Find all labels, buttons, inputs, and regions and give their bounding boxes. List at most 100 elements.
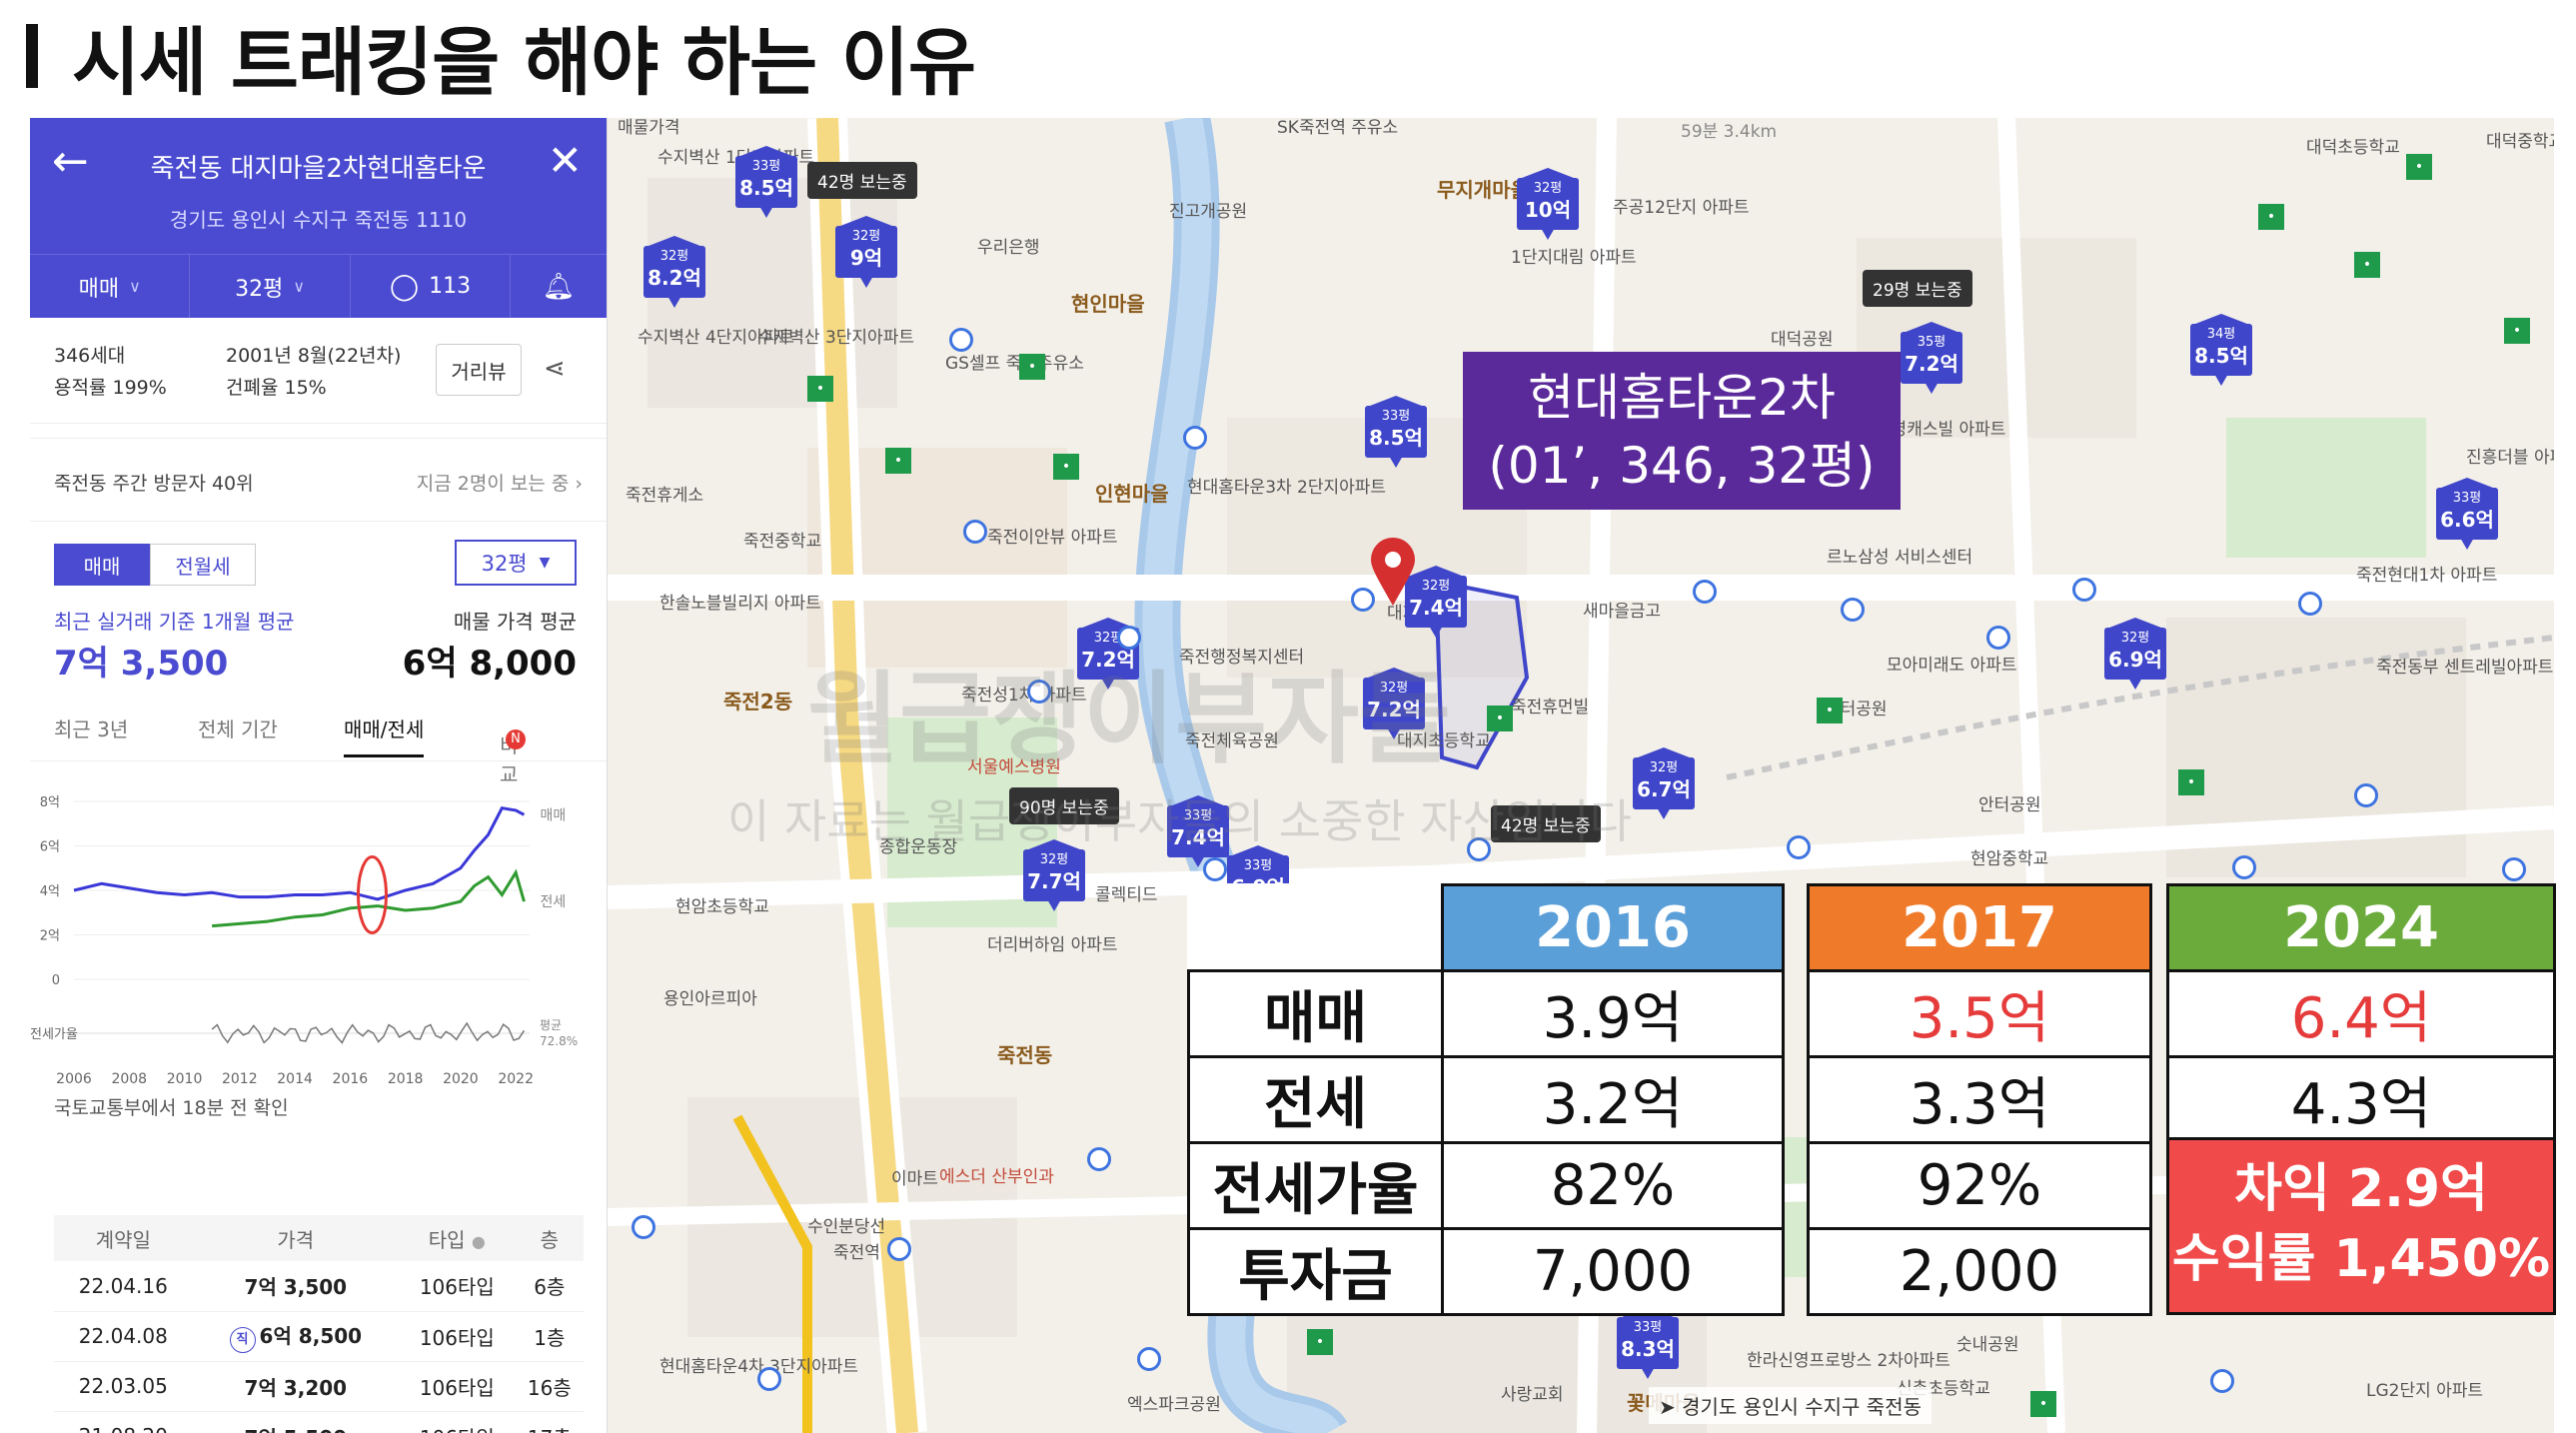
price-pin[interactable]: 33평 6.6억 <box>2436 478 2498 550</box>
bus-stop-icon[interactable] <box>1787 835 1811 859</box>
school-icon[interactable]: • <box>1487 706 1513 731</box>
bus-stop-icon[interactable] <box>1087 1147 1111 1171</box>
profit-box: 차익 2.9억 수익률 1,450% <box>2166 1137 2556 1315</box>
table-row[interactable]: 22.04.16 7억 3,500 106타입 6층 <box>54 1261 584 1312</box>
map-address-bar[interactable]: ➤ 경기도 용인시 수지구 죽전동 <box>1649 1387 1932 1424</box>
visit-rank: 죽전동 주간 방문자 40위 <box>54 473 254 495</box>
map-place-label: 현대홈타운3차 2단지아파트 <box>1187 478 1387 498</box>
bus-stop-icon[interactable] <box>2354 783 2378 807</box>
price-pin[interactable]: 34평 8.5억 <box>2190 314 2252 386</box>
help-icon[interactable]: ● <box>472 1232 486 1251</box>
price-pin[interactable]: 32평 10억 <box>1517 168 1579 240</box>
school-icon[interactable]: • <box>2258 204 2284 230</box>
school-icon[interactable]: • <box>807 376 833 402</box>
bus-stop-icon[interactable] <box>949 328 973 352</box>
tab-trade-lease[interactable]: 매매/전세 <box>344 714 425 757</box>
price-pin[interactable]: 32평 6.7억 <box>1633 747 1695 819</box>
viewers-badge[interactable]: 42명 보는중 <box>807 162 917 199</box>
map-place-label: 대덕초등학교 <box>2306 138 2400 158</box>
trade-type-dropdown[interactable]: 매매 ∨ <box>30 255 191 318</box>
table-row[interactable]: 22.03.05 7억 3,200 106타입 16층 <box>54 1361 584 1412</box>
deal-floor: 6층 <box>515 1261 584 1312</box>
col-price: 가격 <box>192 1215 399 1261</box>
table-row[interactable]: 21.08.207억 5,500106타입17층 <box>54 1411 584 1433</box>
map-place-label: 죽전이안뷰 아파트 <box>987 528 1118 548</box>
map-place-label: 대덕중학교 <box>2486 132 2554 152</box>
segment-lease[interactable]: 전월세 <box>150 544 256 586</box>
map-place-label: 죽전동부 센트레빌아파트 <box>2376 658 2554 678</box>
school-icon[interactable]: • <box>1817 698 1843 723</box>
pin-tail <box>2214 374 2228 386</box>
price-pin[interactable]: 35평 7.2억 <box>1901 322 1962 394</box>
pin-tail <box>859 276 873 288</box>
bus-stop-icon[interactable] <box>1986 626 2010 650</box>
price-pin[interactable]: 33평 8.5억 <box>735 146 797 218</box>
bus-stop-icon[interactable] <box>963 520 987 544</box>
bus-stop-icon[interactable] <box>1203 857 1227 881</box>
map-place-label: 이마트 <box>891 1169 938 1189</box>
bus-stop-icon[interactable] <box>1137 1347 1161 1371</box>
coverage-ratio: 건폐율 15% <box>226 377 327 399</box>
map-place-label: 수지벽산 4단지아파트 <box>638 328 794 348</box>
deal-price: 7억 3,500 <box>192 1261 399 1312</box>
col-date: 계약일 <box>54 1215 193 1261</box>
pin-price: 7.2억 <box>1905 352 1958 376</box>
map-place-label: LG2단지 아파트 <box>2366 1381 2484 1401</box>
close-icon[interactable]: ✕ <box>548 140 583 182</box>
bus-stop-icon[interactable] <box>1841 598 1865 622</box>
bus-stop-icon[interactable] <box>1183 426 1207 450</box>
size-dropdown[interactable]: 32평 ∨ <box>190 255 351 318</box>
chart-series-label: 전세 <box>540 894 566 910</box>
bus-stop-icon[interactable] <box>2502 857 2526 881</box>
visit-bar[interactable]: 죽전동 주간 방문자 40위 지금 2명이 보는 중 › <box>30 438 607 522</box>
school-icon[interactable]: • <box>2504 318 2530 344</box>
bus-stop-icon[interactable] <box>2298 592 2322 616</box>
share-icon[interactable]: ⋖ <box>544 354 566 384</box>
viewers-badge[interactable]: 29명 보는중 <box>1863 270 1972 307</box>
bus-stop-icon[interactable] <box>887 1237 911 1261</box>
street-view-button[interactable]: 거리뷰 <box>436 344 522 396</box>
price-pin[interactable]: 33평 8.3억 <box>1617 1307 1679 1379</box>
price-pin[interactable]: 33평 8.5억 <box>1365 396 1427 468</box>
deal-date: 22.04.08 <box>54 1311 193 1362</box>
price-pin[interactable]: 32평 6.9억 <box>2104 618 2166 690</box>
school-icon[interactable]: • <box>2030 1391 2056 1417</box>
school-icon[interactable]: • <box>885 448 911 474</box>
school-icon[interactable]: • <box>2354 252 2380 278</box>
tab-all-period[interactable]: 전체 기간 <box>198 714 278 742</box>
segment-trade[interactable]: 매매 <box>54 544 150 586</box>
school-icon[interactable]: • <box>1307 1329 1333 1355</box>
listing-avg-label: 매물 가격 평균 <box>453 610 577 634</box>
school-icon[interactable]: • <box>2178 769 2204 795</box>
tab-recent-3y[interactable]: 최근 3년 <box>54 714 128 742</box>
map-place-label: 죽전휴먼빌 <box>1511 698 1590 717</box>
bus-stop-icon[interactable] <box>2072 578 2096 602</box>
map-place-label: 콜렉티드 <box>1095 885 1158 905</box>
area-select[interactable]: 32평 ▼ <box>455 540 577 586</box>
bus-stop-icon[interactable] <box>757 1367 781 1391</box>
school-icon[interactable]: • <box>1019 354 1045 380</box>
bus-stop-icon[interactable] <box>1693 580 1717 604</box>
map-place-label: 진고개공원 <box>1169 202 1248 222</box>
app-panel: ← 죽전동 대지마을2차현대홈타운 ✕ 경기도 용인시 수지구 죽전동 1110… <box>30 118 608 1433</box>
notification-button[interactable]: 🔔︎ <box>511 255 607 318</box>
chart-x-tick: 2006 <box>56 1071 92 1087</box>
chevron-down-icon: ∨ <box>129 277 141 296</box>
chart-x-tick: 2016 <box>333 1071 369 1087</box>
bus-stop-icon[interactable] <box>632 1215 655 1239</box>
chart-y-tick: 6억 <box>40 840 60 855</box>
map-place-label: 죽전중학교 <box>743 532 822 552</box>
ratio-avg-value: 72.8% <box>540 1034 578 1048</box>
price-pin[interactable]: 32평 8.2억 <box>644 236 705 308</box>
price-pin[interactable]: 32평 9억 <box>835 216 897 288</box>
school-icon[interactable]: • <box>2406 154 2432 180</box>
deal-date: 22.03.05 <box>54 1361 193 1412</box>
viewers-now: 지금 2명이 보는 중 › <box>416 473 583 495</box>
comments-button[interactable]: ◯ 113 <box>351 255 512 318</box>
table-row[interactable]: 22.04.08 직 6억 8,500 106타입 1층 <box>54 1311 584 1362</box>
bus-stop-icon[interactable] <box>2232 855 2256 879</box>
school-icon[interactable]: • <box>1053 454 1079 480</box>
bus-stop-icon[interactable] <box>2210 1369 2234 1393</box>
value-2016-ratio: 82% <box>1441 1141 1785 1230</box>
chevron-right-icon: › <box>575 473 583 495</box>
